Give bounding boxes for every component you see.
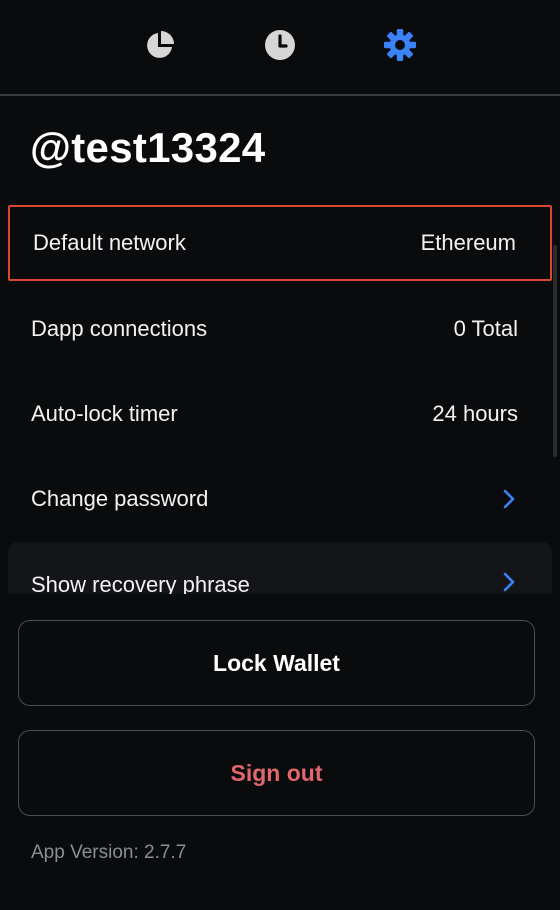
setting-dapp-connections[interactable]: Dapp connections 0 Total	[8, 291, 552, 367]
scrollbar[interactable]	[553, 245, 557, 457]
gear-icon	[383, 28, 417, 67]
chevron-right-icon	[502, 489, 516, 509]
setting-value: 0 Total	[453, 316, 518, 341]
tab-settings[interactable]	[376, 23, 424, 71]
bottom-actions: Lock Wallet Sign out App Version: 2.7.7	[0, 594, 560, 910]
top-tab-bar	[0, 0, 560, 96]
pie-chart-icon	[143, 28, 177, 67]
tab-activity[interactable]	[256, 23, 304, 71]
setting-value: 24 hours	[432, 401, 518, 426]
lock-wallet-button[interactable]: Lock Wallet	[18, 620, 535, 706]
setting-label: Change password	[31, 486, 209, 511]
sign-out-button[interactable]: Sign out	[18, 730, 535, 816]
username: @test13324	[30, 124, 266, 171]
setting-label: Dapp connections	[31, 316, 208, 341]
tab-portfolio[interactable]	[136, 23, 184, 71]
clock-icon	[263, 28, 297, 67]
setting-default-network[interactable]: Default network Ethereum	[8, 205, 552, 281]
app-version: App Version: 2.7.7	[31, 842, 187, 863]
setting-label: Auto-lock timer	[31, 401, 178, 426]
setting-auto-lock-timer[interactable]: Auto-lock timer 24 hours	[8, 376, 552, 452]
setting-change-password[interactable]: Change password	[8, 461, 552, 537]
setting-value: Ethereum	[420, 230, 516, 255]
chevron-right-icon	[502, 572, 516, 592]
settings-screen: @test13324 Default network Ethereum Dapp…	[0, 0, 560, 910]
setting-label: Default network	[33, 230, 186, 255]
